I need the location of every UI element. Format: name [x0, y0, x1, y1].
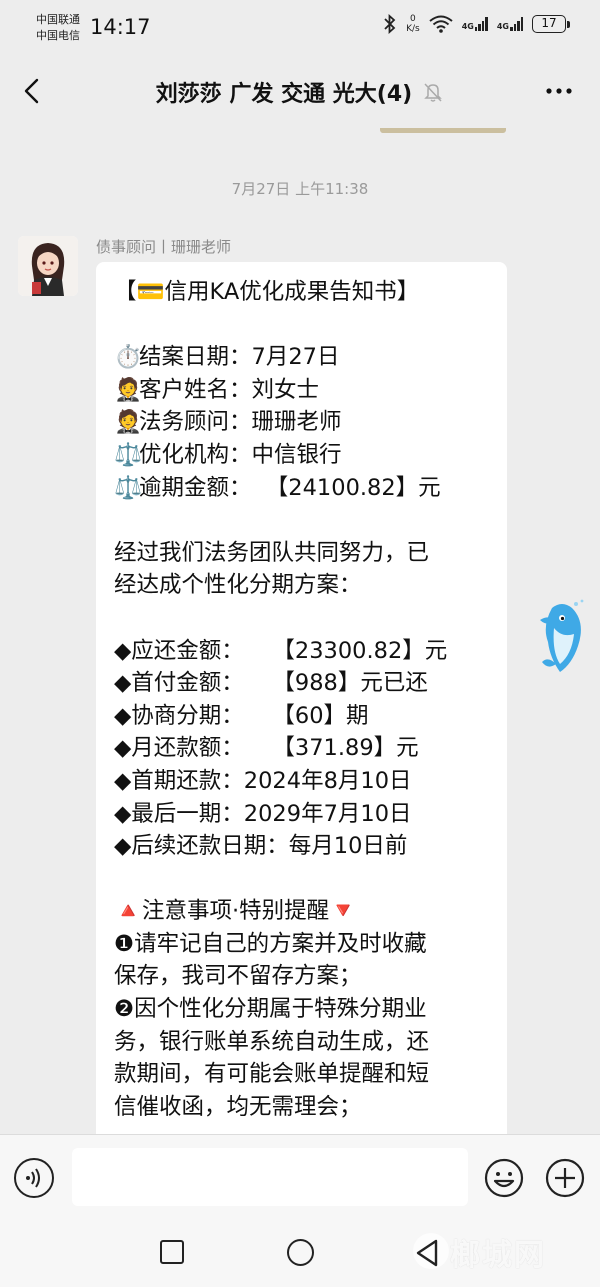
message-line: 信催收函，均无需理会；: [114, 1091, 489, 1124]
message-line-text: ◆最后一期：2029年7月10日: [114, 800, 412, 827]
network-type-1: 4G: [461, 22, 474, 31]
clock: 14:17: [90, 15, 151, 39]
message-line-text: ◆首付金额： 【988】元已还: [114, 670, 428, 697]
message-line: ◆首期还款：2024年8月10日: [114, 765, 489, 798]
message-line: 款期间，有可能会账单提醒和短: [114, 1058, 489, 1091]
message-line-text: 经达成个性化分期方案：: [114, 572, 362, 599]
watermark-text: 榔城网: [450, 1238, 546, 1273]
chat-title: 刘莎莎 广发 交通 光大(4): [155, 82, 413, 107]
carrier-info: 中国联通 中国电信: [36, 12, 80, 44]
message-line-text: 优化机构：中信银行: [139, 441, 342, 468]
message-line: ◆后续还款日期：每月10日前: [114, 830, 489, 863]
more-actions-plus-icon[interactable]: [545, 1158, 585, 1198]
bluetooth-icon: [384, 14, 396, 34]
message-line-text: 结案日期：7月27日: [139, 344, 340, 371]
battery-level: 17: [532, 15, 566, 33]
voice-icon: [26, 1168, 40, 1188]
message-line: 保存，我司不留存方案；: [114, 960, 489, 993]
message-line: ◆应还金额： 【23300.82】元: [114, 635, 489, 668]
message-line-text: 经过我们法务团队共同努力，已: [114, 539, 430, 566]
message-line: ◆最后一期：2029年7月10日: [114, 798, 489, 831]
message-line: 🔺注意事项·特别提醒🔻: [114, 895, 489, 928]
net-speed-unit: K/s: [406, 24, 420, 34]
message-line-text: 法务顾问：珊珊老师: [139, 409, 342, 436]
message-line: 经过我们法务团队共同努力，已: [114, 537, 489, 570]
carrier-2: 中国电信: [36, 29, 80, 42]
nav-back-triangle-icon[interactable]: [414, 1238, 440, 1268]
message-line-text: ◆首期还款：2024年8月10日: [114, 767, 412, 794]
message-line-text: 逾期金额： 【24100.82】元: [139, 474, 441, 501]
message-line-text: ◆月还款额： 【371.89】元: [114, 735, 419, 762]
battery-icon: 17: [532, 15, 570, 33]
message-line: ⏱️结案日期：7月27日: [114, 341, 489, 374]
chat-header: 刘莎莎 广发 交通 光大(4): [0, 56, 600, 128]
network-type-2: 4G: [496, 22, 509, 31]
message-line: 🤵法务顾问：珊珊老师: [114, 406, 489, 439]
message-bubble[interactable]: 【💳信用KA优化成果告知书】 ⏱️结案日期：7月27日 🤵客户姓名：刘女士 🤵法务顾问…: [96, 262, 507, 1162]
net-speed: 0 K/s: [406, 14, 420, 34]
carrier-1: 中国联通: [36, 13, 80, 26]
message-line-text: 保存，我司不留存方案；: [114, 963, 362, 990]
message-emoji: 🤵: [114, 376, 143, 403]
message-line: ◆首付金额： 【988】元已还: [114, 667, 489, 700]
signal-bars-icon: [474, 17, 488, 31]
message-line-text: ❶请牢记自己的方案并及时收藏: [114, 930, 427, 957]
message-emoji: ⚖️: [114, 441, 143, 468]
more-options-icon[interactable]: [544, 80, 574, 102]
status-bar: 中国联通 中国电信 14:17 0 K/s 4G 4G 17: [0, 0, 600, 56]
message-input[interactable]: [72, 1148, 468, 1206]
home-button[interactable]: [287, 1239, 314, 1266]
sender-name: 债事顾问丨珊珊老师: [96, 238, 232, 256]
net-speed-value: 0: [410, 14, 416, 24]
wifi-icon: [429, 15, 453, 33]
message-line-text: ◆后续还款日期：每月10日前: [114, 833, 408, 860]
message-line-text: 务，银行账单系统自动生成，还: [114, 1028, 430, 1055]
system-nav-bar: 榔城网: [0, 1218, 600, 1287]
sender-avatar[interactable]: [18, 236, 78, 296]
recent-apps-button[interactable]: [160, 1240, 184, 1264]
message-line-text: 🔺注意事项·特别提醒🔻: [114, 898, 358, 925]
signal-2: 4G: [497, 17, 523, 31]
message-line: ◆月还款额： 【371.89】元: [114, 732, 489, 765]
message-line-text: ❷因个性化分期属于特殊分期业: [114, 996, 427, 1023]
message-emoji: ⚖️: [114, 474, 143, 501]
message-timestamp: 7月27日 上午11:38: [231, 180, 369, 198]
message-line: 【💳信用KA优化成果告知书】: [114, 276, 489, 309]
message-line-text: ◆协商分期： 【60】期: [114, 702, 369, 729]
signal-1: 4G: [462, 17, 488, 31]
signal-bars-icon: [510, 17, 523, 31]
emoji-button-icon[interactable]: [484, 1158, 524, 1198]
message-line: 务，银行账单系统自动生成，还: [114, 1026, 489, 1059]
dolphin-sticker-icon[interactable]: [532, 598, 590, 678]
message-emoji: ⏱️: [114, 344, 143, 371]
pinned-pull-tab[interactable]: [380, 128, 506, 133]
voice-input-button[interactable]: [14, 1158, 54, 1198]
message-line: 🤵客户姓名：刘女士: [114, 374, 489, 407]
message-line: 经达成个性化分期方案：: [114, 569, 489, 602]
message-line-text: 客户姓名：刘女士: [139, 376, 320, 403]
input-bar: [0, 1134, 600, 1218]
message-line-text: 【💳信用KA优化成果告知书】: [114, 279, 420, 305]
message-line: ❷因个性化分期属于特殊分期业: [114, 993, 489, 1026]
message-line: ⚖️优化机构：中信银行: [114, 439, 489, 472]
message-text: 【💳信用KA优化成果告知书】 ⏱️结案日期：7月27日 🤵客户姓名：刘女士 🤵法务顾问…: [114, 276, 489, 1123]
message-line-text: 款期间，有可能会账单提醒和短: [114, 1061, 430, 1088]
message-line-text: ◆应还金额： 【23300.82】元: [114, 637, 448, 664]
mute-bell-icon: [424, 83, 443, 102]
message-line: ❶请牢记自己的方案并及时收藏: [114, 928, 489, 961]
message-emoji: 🤵: [114, 409, 143, 436]
message-line-text: 信催收函，均无需理会；: [114, 1093, 362, 1120]
title-group: 刘莎莎 广发 交通 光大(4): [0, 76, 600, 108]
avatar-illustration: [18, 236, 78, 296]
status-icons: 0 K/s 4G 4G 17: [383, 14, 570, 34]
message-line: ◆协商分期： 【60】期: [114, 700, 489, 733]
message-line: ⚖️逾期金额： 【24100.82】元: [114, 472, 489, 505]
